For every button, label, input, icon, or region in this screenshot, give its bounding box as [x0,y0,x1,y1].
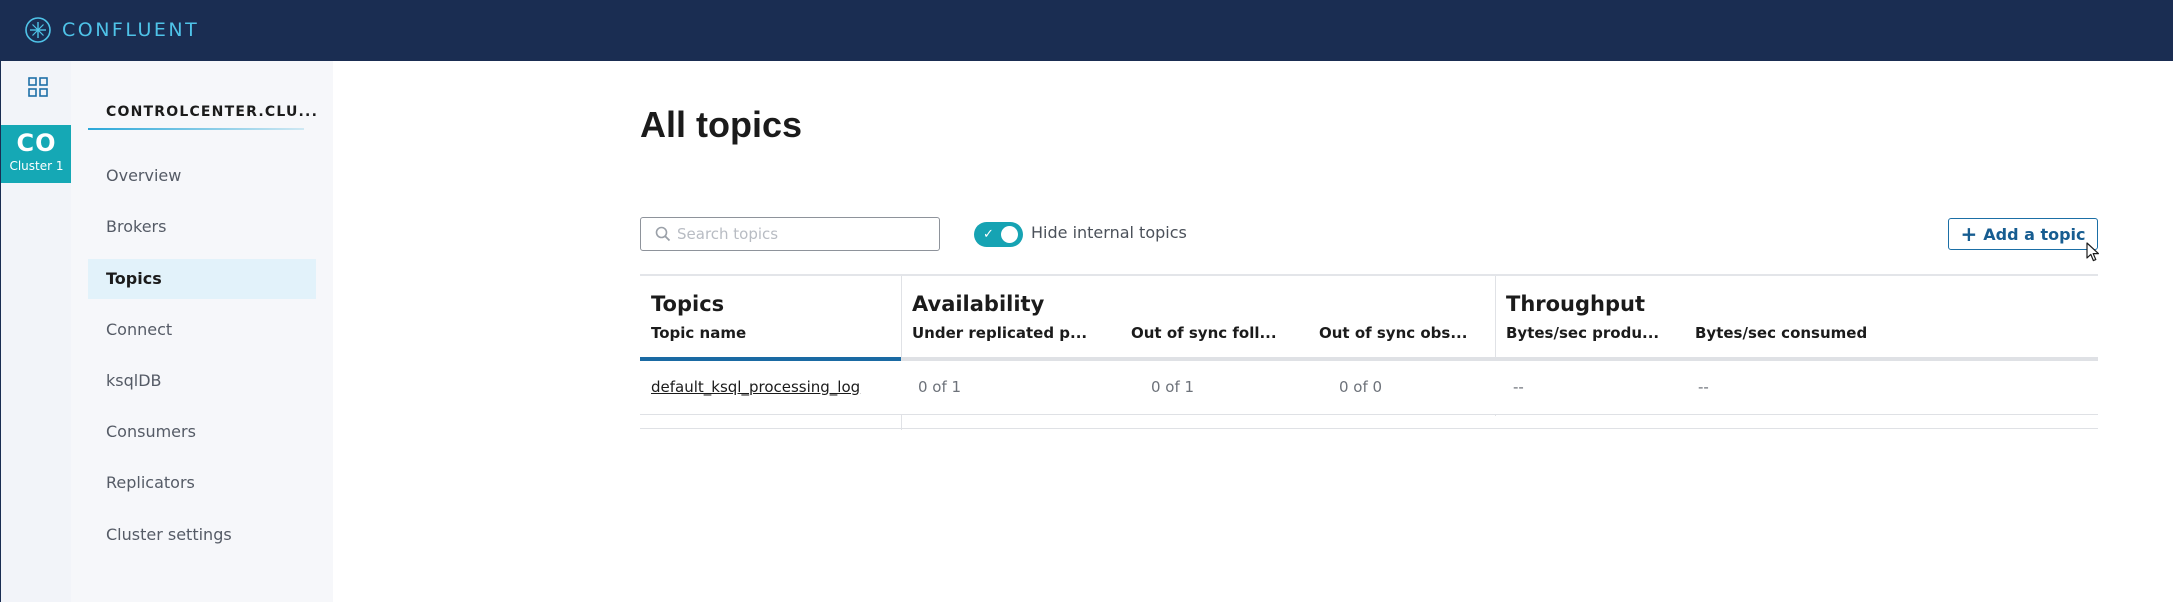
toggle-knob [1001,226,1018,243]
cluster-rail: CO Cluster 1 [0,61,72,602]
sidebar-item-replicators[interactable]: Replicators [88,463,316,503]
cell-under-replicated: 0 of 1 [918,378,962,396]
hide-internal-topics-toggle[interactable]: ✓ [974,222,1023,247]
page-title: All topics [640,104,803,145]
group-label-topics: Topics [651,292,725,316]
column-header-under-replicated[interactable]: Under replicated p... [912,324,1117,342]
column-header-out-of-sync-observers[interactable]: Out of sync obs... [1319,324,1489,342]
column-header-bytes-consumed[interactable]: Bytes/sec consumed [1695,324,1915,342]
cell-out-of-sync-followers: 0 of 1 [1151,378,1195,396]
sidebar-item-cluster-settings[interactable]: Cluster settings [88,515,316,555]
plus-icon: + [1960,222,1978,246]
top-header: CONFLUENT [0,0,2173,61]
group-label-throughput: Throughput [1506,292,1646,316]
cluster-tile[interactable]: CO Cluster 1 [1,125,72,183]
column-header-out-of-sync-followers[interactable]: Out of sync foll... [1131,324,1311,342]
sidebar-item-overview[interactable]: Overview [88,156,316,196]
cell-out-of-sync-observers: 0 of 0 [1339,378,1383,396]
table-top-border [640,274,2098,276]
cluster-label: Cluster 1 [9,159,64,173]
sidebar-cluster-underline [88,128,304,130]
sidebar-item-ksqldb[interactable]: ksqlDB [88,361,316,401]
check-icon: ✓ [983,227,994,242]
sidebar-item-consumers[interactable]: Consumers [88,412,316,452]
topic-name-link[interactable]: default_ksql_processing_log [651,378,860,396]
cell-bytes-consumed: -- [1698,378,1709,396]
column-header-topic-name[interactable]: Topic name [651,324,891,342]
group-label-availability: Availability [912,292,1045,316]
brand-name: CONFLUENT [62,19,200,41]
cluster-abbr: CO [16,129,57,157]
mouse-pointer-icon [2086,242,2099,262]
grid-icon[interactable] [28,77,48,97]
column-header-bytes-produced[interactable]: Bytes/sec produ... [1506,324,1683,342]
cell-bytes-produced: -- [1513,378,1524,396]
confluent-logo-icon [25,17,51,43]
toggle-label[interactable]: Hide internal topics [1031,223,1187,242]
topics-table: Topics Availability Throughput Topic nam… [640,274,2098,430]
sidebar-item-connect[interactable]: Connect [88,310,316,350]
brand[interactable]: CONFLUENT [24,16,199,44]
sidebar-item-brokers[interactable]: Brokers [88,207,316,247]
search-input[interactable] [677,218,927,250]
search-box[interactable] [640,217,940,251]
search-icon [655,226,671,242]
add-topic-button[interactable]: + Add a topic [1948,218,2098,250]
sidebar-item-topics[interactable]: Topics [88,259,316,299]
row-divider [640,414,2098,415]
row-divider [640,428,2098,429]
sidebar: CONTROLCENTER.CLU... Overview Brokers To… [71,61,333,602]
add-topic-label: Add a topic [1983,224,2086,244]
sidebar-cluster-name[interactable]: CONTROLCENTER.CLU... [106,104,318,120]
